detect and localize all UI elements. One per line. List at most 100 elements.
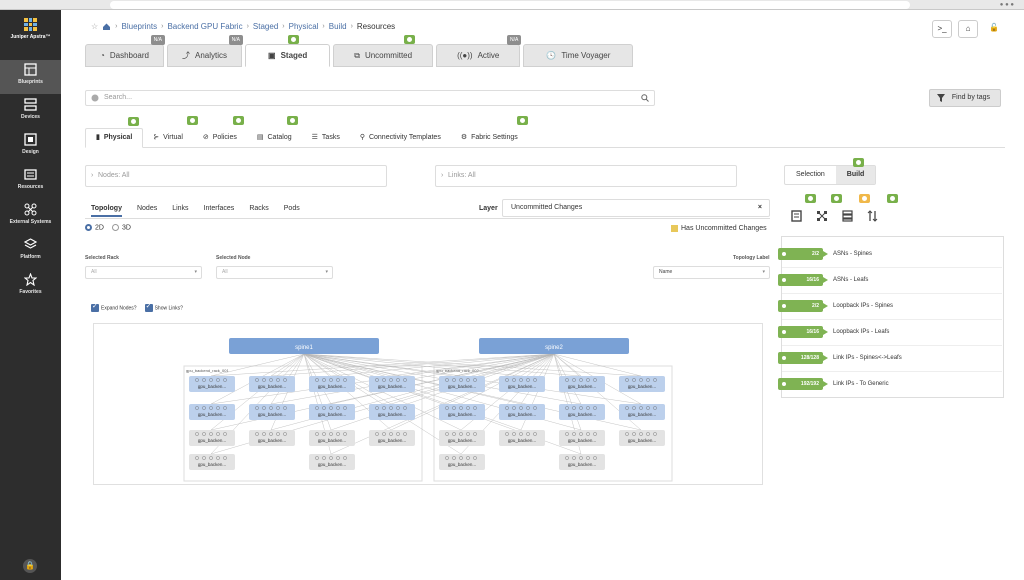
address-bar[interactable] [110,1,910,9]
build-toolbar [791,210,878,222]
breadcrumb-staged[interactable]: Staged [253,22,278,31]
resource-label: Link IPs - Spines<->Leafs [833,355,902,361]
selected-node-select[interactable]: All [216,266,333,279]
divider [85,218,770,219]
tab-interfaces[interactable]: Interfaces [204,205,235,217]
breadcrumb-blueprints[interactable]: Blueprints [122,22,158,31]
search-icon[interactable] [641,94,649,102]
tab-label: Time Voyager [561,50,611,60]
selection-build-toggle: Selection Build [784,165,877,185]
tab-fabric-settings[interactable]: ⚙ Fabric Settings [451,116,528,148]
search-input[interactable]: Search... [85,90,655,106]
tab-catalog[interactable]: ▤ Catalog [247,116,302,148]
changes-badge [404,35,416,44]
expand-nodes-checkbox[interactable]: Expand Nodes? [91,302,137,312]
home-button-icon[interactable]: ⌂ [958,20,978,38]
link-line [210,353,305,377]
resource-row[interactable]: 2/2 ASNs - Spines [778,247,872,261]
tab-staged[interactable]: ▣ Staged [245,35,331,67]
resource-row[interactable]: 128/128 Link IPs - Spines<->Leafs [778,351,902,365]
clear-icon[interactable]: × [758,200,762,216]
sort-icon[interactable] [867,210,878,222]
resource-label: Link IPs - To Generic [833,381,889,387]
layer-value: Uncommitted Changes [511,204,583,211]
sidebar-item-resources[interactable]: Resources [0,165,61,199]
radio-2d[interactable]: 2D [85,224,104,231]
tab-virtual[interactable]: ⊱ Virtual [143,116,199,148]
show-links-checkbox[interactable]: Show Links? [144,302,183,312]
search-placeholder: Search... [104,94,133,101]
breadcrumb-physical[interactable]: Physical [289,22,319,31]
lock-icon[interactable]: 🔒 [23,559,37,573]
resource-label: Loopback IPs - Spines [833,303,894,309]
leaf-label: gpu_backen... [378,438,406,443]
tab-label: Fabric Settings [471,134,518,141]
tab-racks[interactable]: Racks [249,205,268,217]
sidebar-item-external-systems[interactable]: External Systems [0,200,61,234]
sidebar-item-blueprints[interactable]: Blueprints [0,60,61,94]
sidebar-item-label: External Systems [9,219,52,225]
tab-active[interactable]: ((●)) Active N/A [436,35,522,67]
apstra-logo: Juniper Apstra™ [0,18,61,40]
sidebar-item-label: Resources [17,184,44,190]
device-profile-icon[interactable] [791,210,802,222]
resource-row[interactable]: 2/2 Loopback IPs - Spines [778,299,893,313]
leaf-label: gpu_backen... [628,384,656,389]
breadcrumb-build[interactable]: Build [329,22,347,31]
favorite-star-icon[interactable]: ☆ [91,22,98,31]
sidebar-item-favorites[interactable]: Favorites [0,270,61,304]
tab-topology[interactable]: Topology [91,205,122,217]
browser-menu-icon[interactable]: ● ● ● [1000,2,1014,8]
tab-policies[interactable]: ⊘ Policies [193,116,247,148]
uncommitted-legend: Has Uncommitted Changes [671,225,767,232]
selected-rack-select[interactable]: All [85,266,202,279]
resources-stack-icon[interactable] [842,210,853,222]
tab-dashboard[interactable]: ◔ Dashboard N/A [85,35,165,67]
tab-time-voyager[interactable]: 🕓 Time Voyager [523,44,634,67]
layer-select[interactable]: Uncommitted Changes × [502,199,770,217]
topology-graph[interactable]: gpu_backend_rack_001 gpu_backend_rack_002… [94,324,764,486]
tab-links[interactable]: Links [172,205,188,217]
sidebar-item-devices[interactable]: Devices [0,95,61,129]
breadcrumb-blueprint-name[interactable]: Backend GPU Fabric [167,22,242,31]
tab-uncommitted[interactable]: ⧉ Uncommitted [333,35,434,67]
resource-row[interactable]: 16/16 Loopback IPs - Leafs [778,325,889,339]
tab-nodes[interactable]: Nodes [137,205,157,217]
tab-pods[interactable]: Pods [284,205,300,217]
unlock-icon[interactable]: 🔓 [984,20,1004,38]
physical-icon: ▮ [96,134,100,141]
home-icon[interactable] [102,22,111,31]
resources-panel: 2/2 ASNs - Spines 16/16 ASNs - Leafs 2/2… [778,236,1004,398]
resource-row[interactable]: 192/192 Link IPs - To Generic [778,377,889,391]
selection-button[interactable]: Selection [785,166,836,184]
resources-icon [24,169,37,180]
tab-tasks[interactable]: ☰ Tasks [302,128,350,148]
build-button[interactable]: Build [835,166,876,184]
resource-pill: 192/192 [778,378,828,390]
sidebar: Juniper Apstra™ Blueprints Devices Desig… [0,10,61,580]
changes-badge [288,35,299,44]
external-systems-icon [24,203,37,216]
na-badge: N/A [507,35,522,45]
links-filter[interactable]: Links: All [435,165,737,187]
tab-physical[interactable]: ▮ Physical [85,117,144,148]
tab-analytics[interactable]: ⤴ Analytics N/A [166,35,243,67]
terminal-icon[interactable]: >_ [932,20,952,38]
topology-canvas[interactable]: gpu_backend_rack_001 gpu_backend_rack_002… [93,323,763,485]
tab-connectivity-templates[interactable]: ⚲ Connectivity Templates [350,128,451,148]
resource-pill: 16/16 [778,274,828,286]
sidebar-item-platform[interactable]: Platform [0,235,61,269]
leaf-label: gpu_backen... [448,462,476,467]
nodes-filter[interactable]: Nodes: All [85,165,387,187]
selected-rack-label: Selected Rack [85,255,119,261]
platform-icon [24,238,37,249]
topology-icon[interactable] [816,210,828,222]
resource-pill: 128/128 [778,352,828,364]
catalog-icon: ▤ [256,134,264,141]
radio-3d[interactable]: 3D [111,224,131,231]
resource-row[interactable]: 16/16 ASNs - Leafs [778,273,868,287]
breadcrumb: ☆ › Blueprints › Backend GPU Fabric › St… [91,22,396,31]
topology-label-select[interactable]: Name [653,266,770,279]
sidebar-item-design[interactable]: Design [0,130,61,164]
find-by-tags-button[interactable]: Find by tags [928,89,1001,107]
